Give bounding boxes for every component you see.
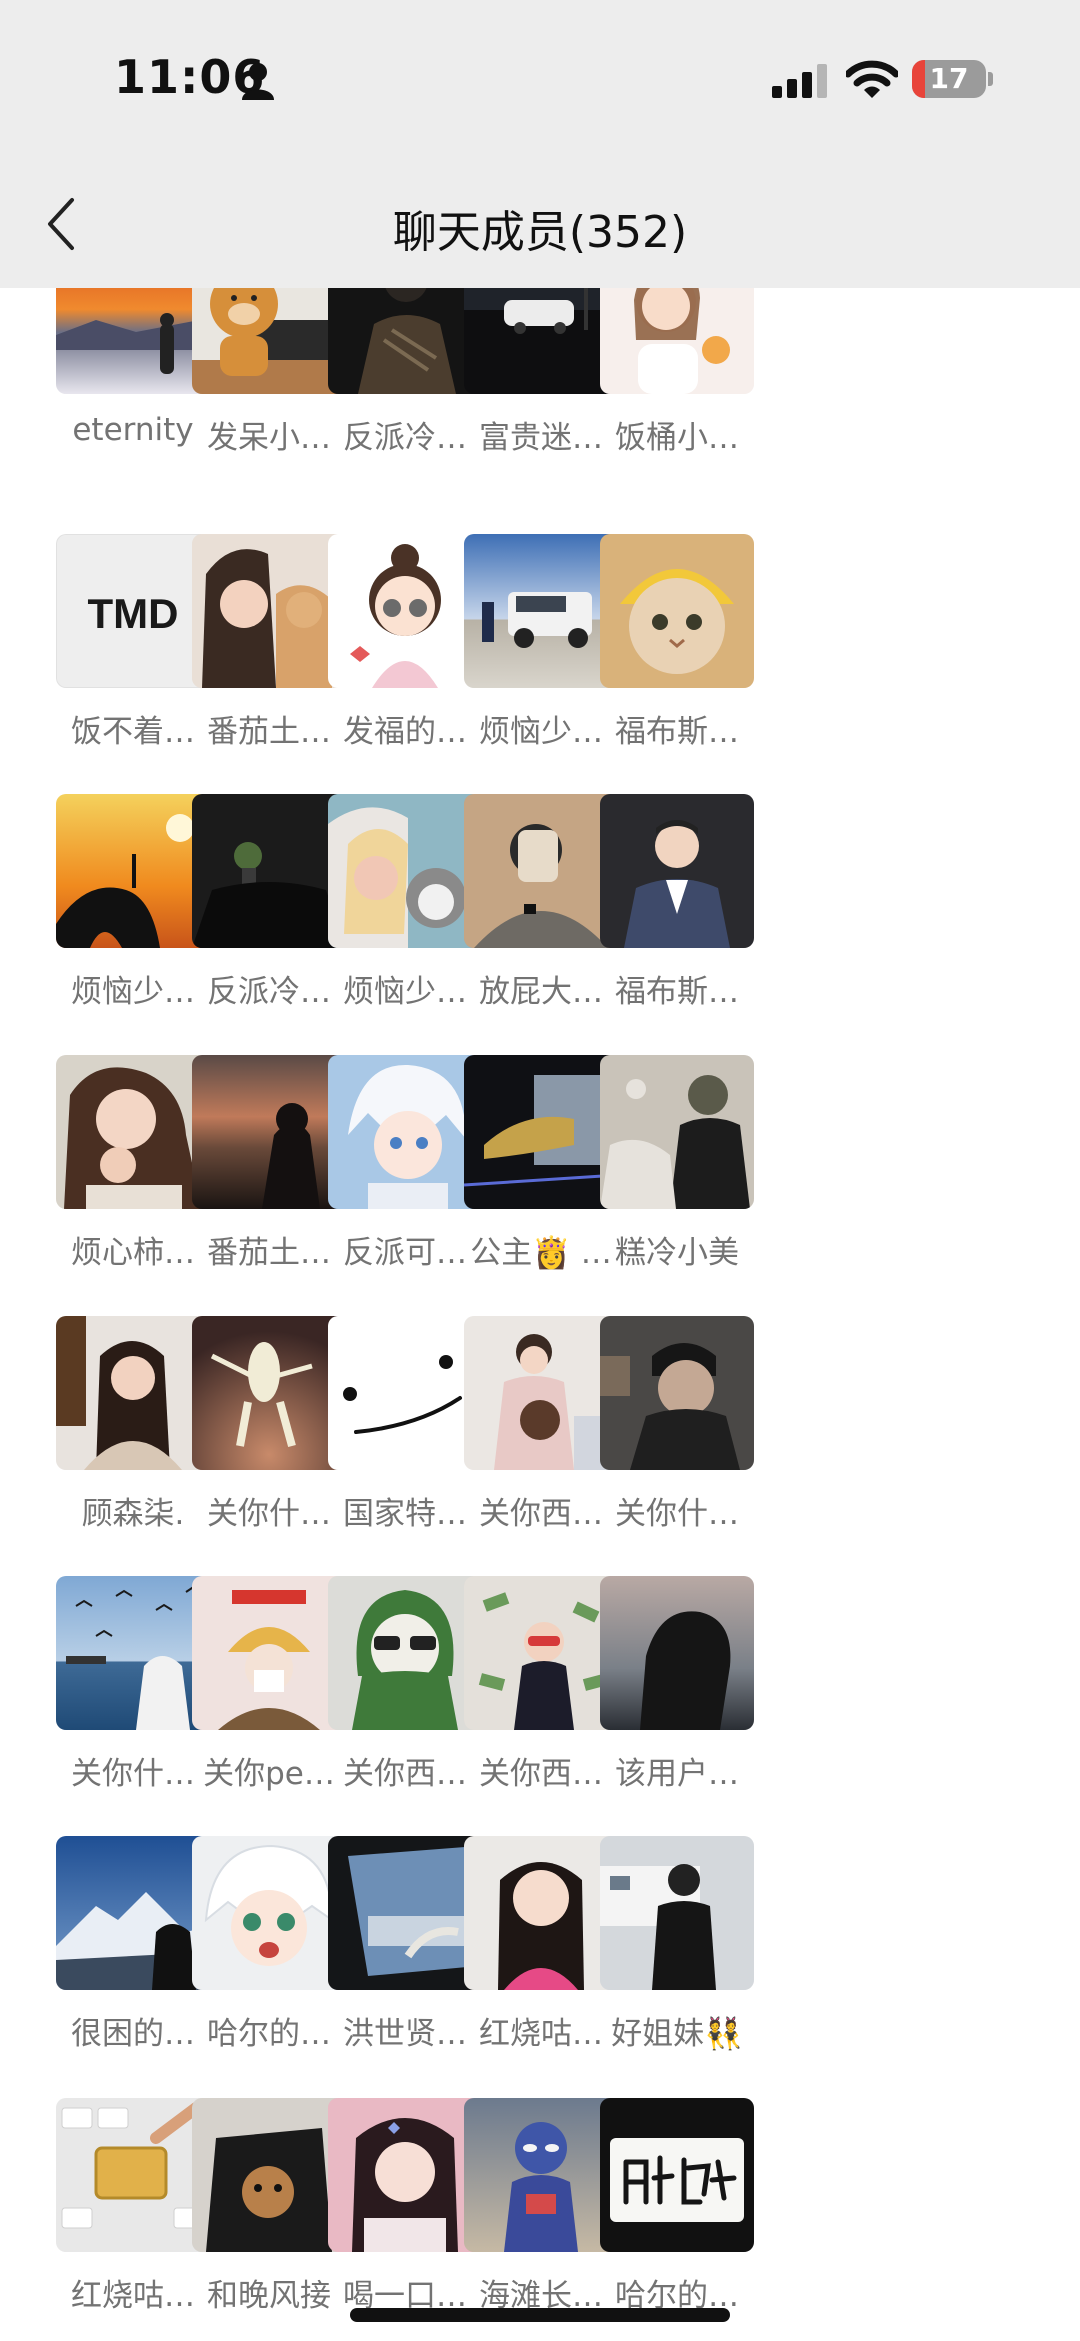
- member-avatar[interactable]: [328, 1055, 482, 1209]
- girl-with-cat-avatar-image: [192, 534, 346, 688]
- two-people-avatar-image: [600, 1055, 754, 1209]
- seagulls-sea-avatar-image: [56, 1576, 210, 1730]
- girl-in-room-avatar-image: [56, 1316, 210, 1470]
- member-avatar[interactable]: [328, 288, 482, 394]
- member-avatar[interactable]: [192, 2098, 346, 2252]
- car-mirror-avatar-image: [464, 1055, 618, 1209]
- member-grid: eternity 发呆小… 反派冷… 富贵迷… 饭桶小… TMD 饭不着… 番茄…: [0, 288, 1080, 2341]
- member-avatar[interactable]: [192, 534, 346, 688]
- hooded-bear-avatar-image: [328, 1576, 482, 1730]
- member-avatar[interactable]: [328, 534, 482, 688]
- member-avatar[interactable]: [328, 1576, 482, 1730]
- member-avatar[interactable]: [192, 1576, 346, 1730]
- girl-with-grey-cat-avatar-image: [328, 794, 482, 948]
- member-avatar[interactable]: [600, 1836, 754, 1990]
- member-name: 关你什…: [615, 1496, 739, 1532]
- person-icon: [242, 63, 274, 100]
- smiling-girl-avatar-image: [56, 1055, 210, 1209]
- anime-boy-avatar-image: [328, 1055, 482, 1209]
- dark-drink-avatar-image: [192, 794, 346, 948]
- member-avatar[interactable]: [464, 288, 618, 394]
- navigation-header: 11:06 17 聊天成员(352): [0, 0, 1080, 288]
- member-avatar[interactable]: TMD: [56, 534, 210, 688]
- member-avatar[interactable]: [600, 288, 754, 394]
- member-avatar[interactable]: [192, 288, 346, 394]
- battery-cap: [988, 72, 993, 86]
- dancing-figure-avatar-image: [192, 1316, 346, 1470]
- night-car-avatar-image: [464, 288, 618, 394]
- member-name: 糕冷小美: [615, 1235, 739, 1271]
- little-girl-avatar-image: [464, 1836, 618, 1990]
- member-avatar[interactable]: [328, 2098, 482, 2252]
- member-avatar[interactable]: [328, 1836, 482, 1990]
- member-avatar[interactable]: [600, 1316, 754, 1470]
- member-avatar[interactable]: [464, 534, 618, 688]
- avatar-tmd-text: TMD: [87, 590, 179, 637]
- member-avatar[interactable]: [56, 1055, 210, 1209]
- member-name: 好姐妹👯: [611, 2016, 743, 2052]
- man-by-boat-avatar-image: [600, 1836, 754, 1990]
- calligraphy-avatar-image: [600, 2098, 754, 2252]
- member-avatar[interactable]: [328, 794, 482, 948]
- sunset-arch-avatar-image: [56, 794, 210, 948]
- page-title: 聊天成员(352): [392, 207, 688, 258]
- member-avatar[interactable]: [192, 794, 346, 948]
- member-avatar[interactable]: [464, 794, 618, 948]
- man-portrait-avatar-image: [600, 1316, 754, 1470]
- anime-crying-boy-avatar-image: [192, 1836, 346, 1990]
- member-avatar[interactable]: [192, 1836, 346, 1990]
- white-suv-avatar-image: [464, 534, 618, 688]
- dog-in-bag-avatar-image: [192, 2098, 346, 2252]
- member-avatar[interactable]: [464, 2098, 618, 2252]
- wifi-icon: [846, 60, 898, 98]
- member-avatar[interactable]: [56, 2098, 210, 2252]
- silhouette-profile-avatar-image: [600, 1576, 754, 1730]
- member-avatar[interactable]: [600, 534, 754, 688]
- member-name: 福布斯…: [615, 714, 739, 750]
- suited-man-avatar-image: [600, 794, 754, 948]
- cartoon-girl-sunglasses-avatar-image: [328, 534, 482, 688]
- cartoon-bear-avatar-image: [192, 288, 346, 394]
- member-avatar[interactable]: [464, 1576, 618, 1730]
- member-name: 饭桶小…: [615, 420, 739, 456]
- member-avatar[interactable]: [56, 794, 210, 948]
- member-avatar[interactable]: [56, 1576, 210, 1730]
- smiley-face-avatar-image: [328, 1316, 482, 1470]
- girl-pink-avatar-image: [328, 2098, 482, 2252]
- member-avatar[interactable]: [464, 1836, 618, 1990]
- member-avatar[interactable]: [192, 1055, 346, 1209]
- girl-with-drink-avatar-image: [600, 288, 754, 394]
- money-rain-child-avatar-image: [464, 1576, 618, 1730]
- battery-indicator: 17: [912, 60, 986, 98]
- sunset-city-avatar-image: [192, 1055, 346, 1209]
- member-avatar[interactable]: [192, 1316, 346, 1470]
- member-name: 福布斯…: [615, 974, 739, 1010]
- member-avatar[interactable]: [328, 1316, 482, 1470]
- bucket-hat-figure-avatar-image: [192, 1576, 346, 1730]
- member-name: 该用户…: [615, 1756, 739, 1792]
- member-avatar[interactable]: [56, 1836, 210, 1990]
- member-avatar[interactable]: [600, 1576, 754, 1730]
- ultraman-toy-avatar-image: [464, 2098, 618, 2252]
- member-avatar[interactable]: [600, 2098, 754, 2252]
- mountain-silhouette-avatar-image: [56, 1836, 210, 1990]
- member-avatar[interactable]: [600, 794, 754, 948]
- battery-level: 17: [929, 62, 969, 95]
- cellular-signal-icon: [772, 64, 827, 98]
- home-indicator[interactable]: [350, 2308, 730, 2322]
- member-avatar[interactable]: [600, 1055, 754, 1209]
- member-avatar[interactable]: [464, 1055, 618, 1209]
- dark-figure-avatar-image: [328, 288, 482, 394]
- member-avatar[interactable]: [464, 1316, 618, 1470]
- cat-in-hat-avatar-image: [600, 534, 754, 688]
- man-covering-face-avatar-image: [464, 794, 618, 948]
- keyboard-2025-avatar-image: [56, 2098, 210, 2252]
- car-window-avatar-image: [328, 1836, 482, 1990]
- child-with-dog-avatar-image: [464, 1316, 618, 1470]
- member-avatar[interactable]: [56, 288, 210, 394]
- sunset-snow-avatar-image: [56, 288, 210, 394]
- member-avatar[interactable]: [56, 1316, 210, 1470]
